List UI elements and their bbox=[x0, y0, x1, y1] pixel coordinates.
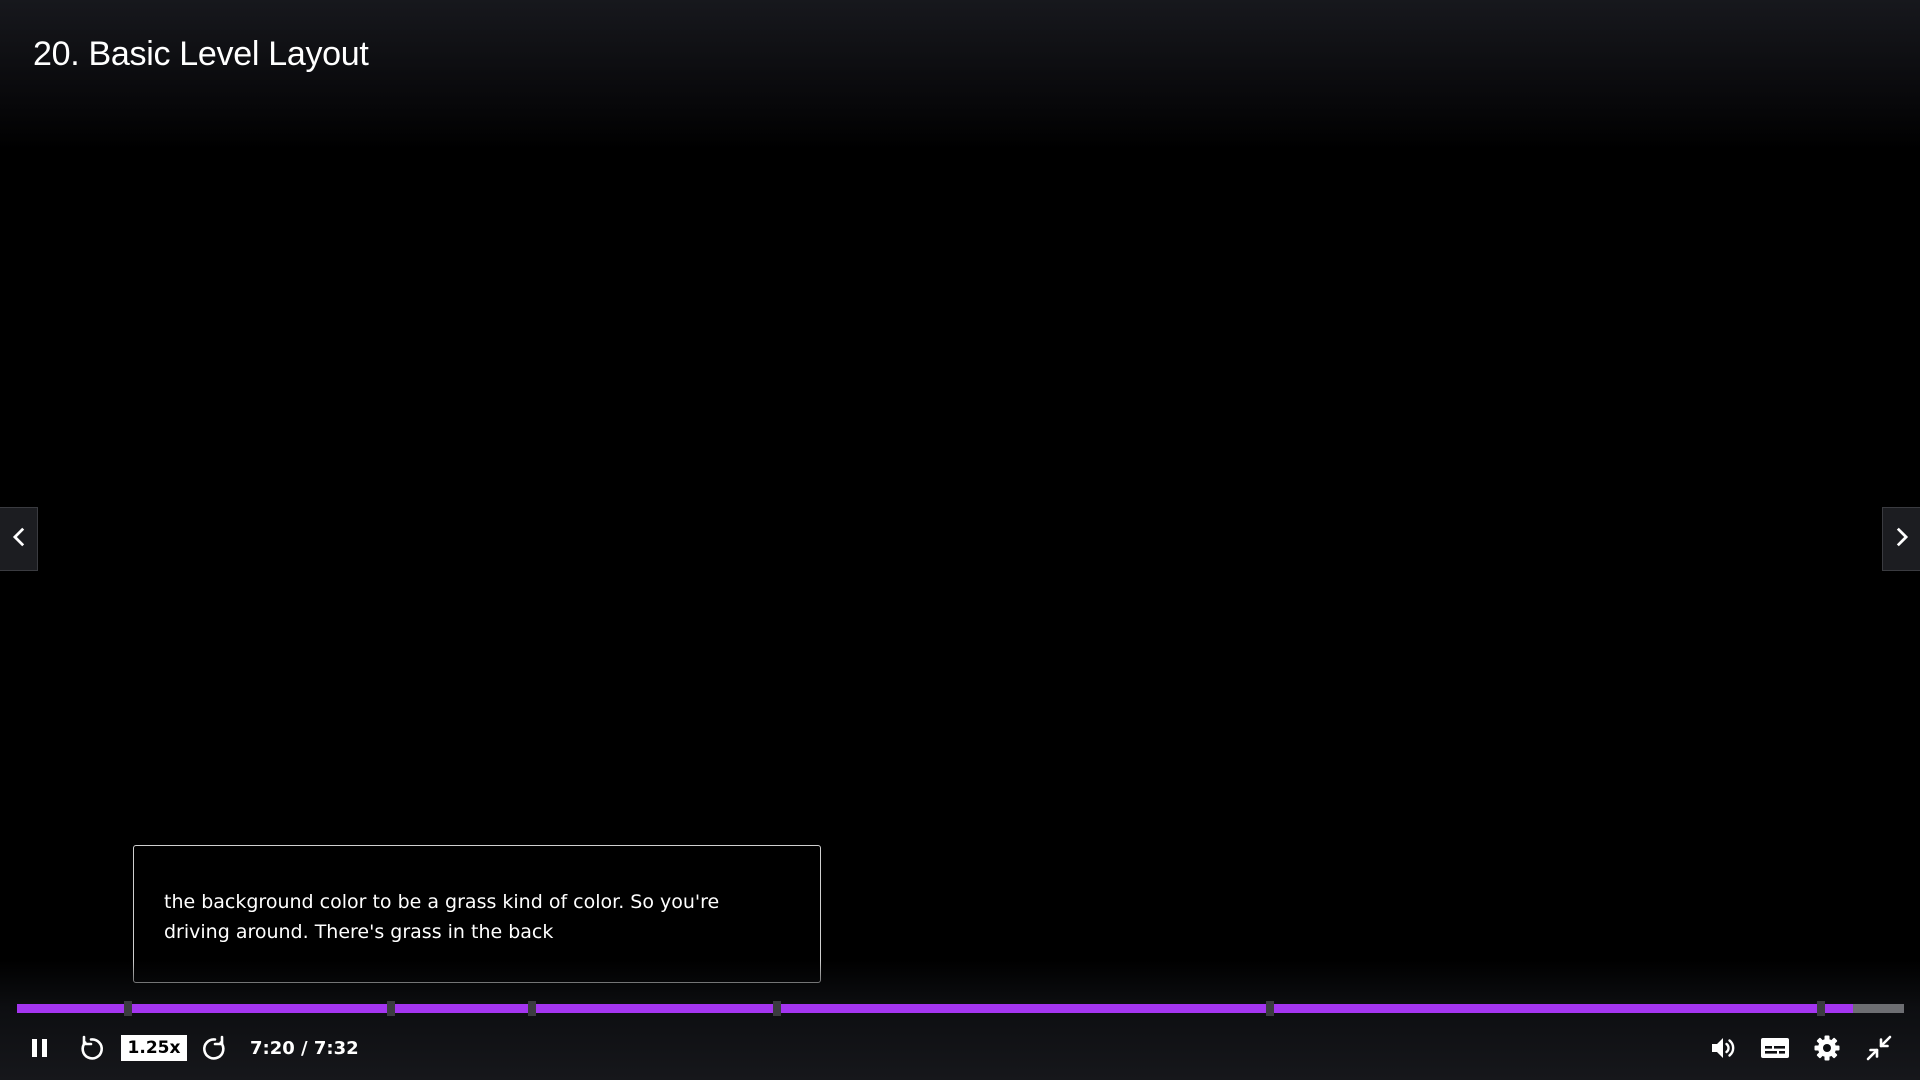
forward-icon bbox=[201, 1034, 229, 1062]
chapter-marker[interactable] bbox=[386, 1001, 395, 1016]
exit-fullscreen-button[interactable] bbox=[1861, 1024, 1897, 1072]
chapter-marker[interactable] bbox=[773, 1001, 782, 1016]
chapter-marker[interactable] bbox=[1265, 1001, 1274, 1016]
volume-button[interactable] bbox=[1705, 1024, 1741, 1072]
pause-icon bbox=[29, 1037, 51, 1059]
volume-icon bbox=[1709, 1034, 1737, 1062]
chevron-left-icon bbox=[8, 526, 30, 553]
progress-bar[interactable] bbox=[17, 1001, 1904, 1016]
time-display: 7:20 / 7:32 bbox=[250, 1037, 359, 1059]
exit-fullscreen-icon bbox=[1866, 1035, 1892, 1061]
chevron-right-icon bbox=[1891, 526, 1913, 553]
lecture-title: 20. Basic Level Layout bbox=[33, 35, 369, 73]
pause-button[interactable] bbox=[22, 1024, 58, 1072]
rewind-icon bbox=[77, 1034, 105, 1062]
progress-played bbox=[17, 1004, 1854, 1013]
gear-icon bbox=[1813, 1034, 1841, 1062]
caption-text: the background color to be a grass kind … bbox=[164, 891, 720, 943]
chapter-marker[interactable] bbox=[124, 1001, 133, 1016]
settings-button[interactable] bbox=[1809, 1024, 1845, 1072]
top-overlay bbox=[0, 0, 1920, 150]
next-lecture-button[interactable] bbox=[1882, 507, 1920, 571]
control-bar: 1.25x 7:20 / 7:32 bbox=[0, 1024, 1920, 1072]
previous-lecture-button[interactable] bbox=[0, 507, 38, 571]
captions-button[interactable] bbox=[1757, 1024, 1793, 1072]
forward-button[interactable] bbox=[197, 1024, 233, 1072]
chapter-marker[interactable] bbox=[528, 1001, 537, 1016]
chapter-marker[interactable] bbox=[1816, 1001, 1825, 1016]
playback-rate-button[interactable]: 1.25x bbox=[121, 1035, 187, 1061]
video-player[interactable]: 20. Basic Level Layout the background co… bbox=[0, 0, 1920, 1080]
captions-icon bbox=[1760, 1036, 1790, 1060]
rewind-button[interactable] bbox=[73, 1024, 109, 1072]
